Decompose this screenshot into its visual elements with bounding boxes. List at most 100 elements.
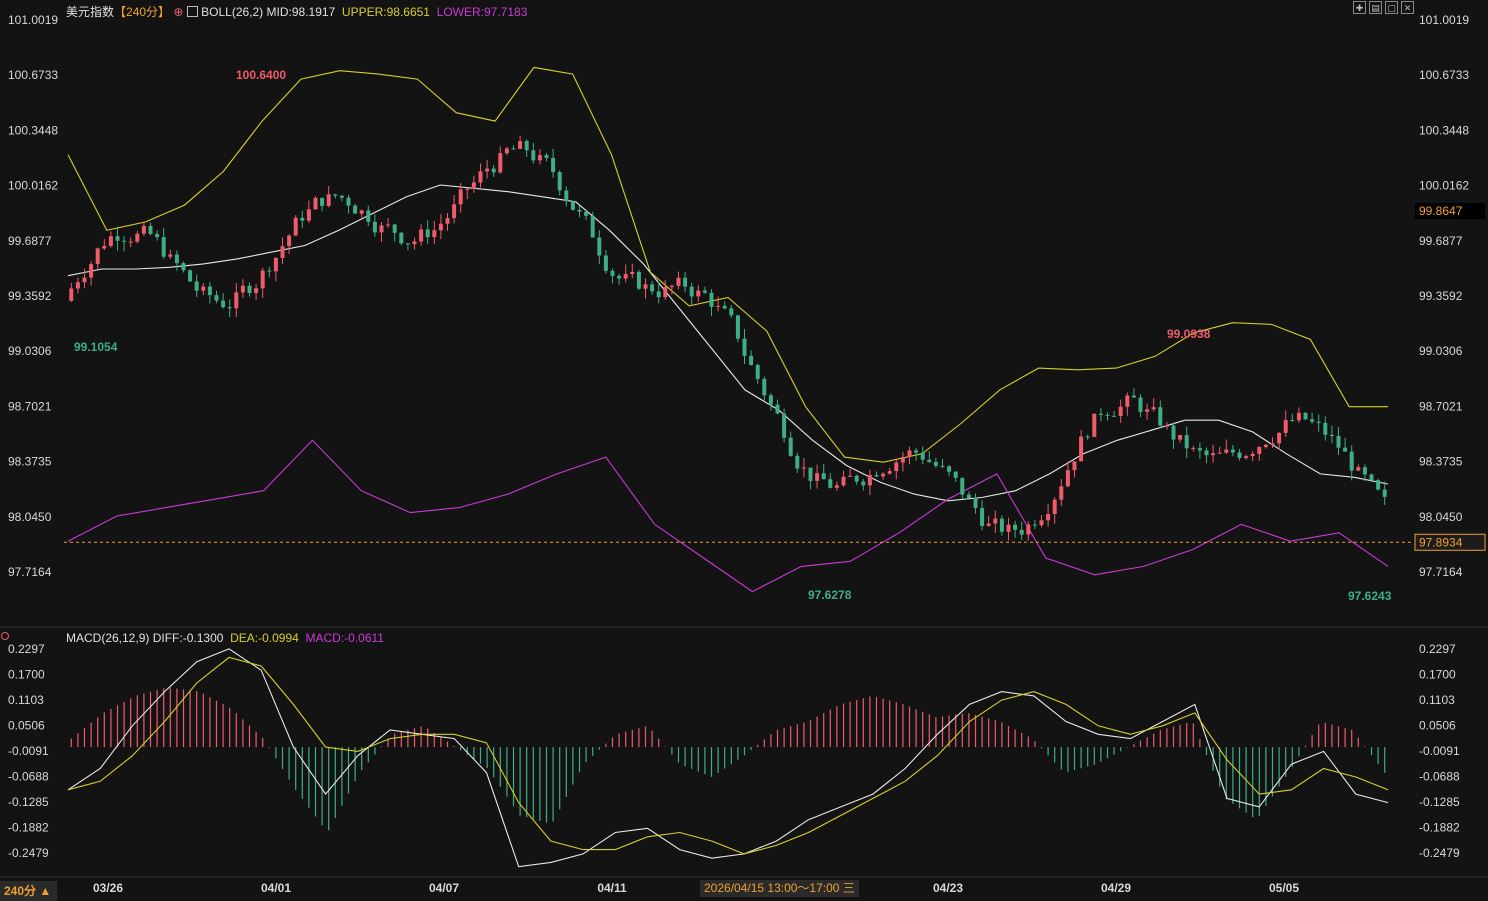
macd-tick-label-left: 0.2297 bbox=[8, 642, 45, 656]
candle-body bbox=[1098, 413, 1103, 415]
boll-upper-value: UPPER:98.6651 bbox=[341, 5, 430, 19]
candle-body bbox=[1270, 443, 1275, 445]
candle-body bbox=[1138, 397, 1143, 412]
candle-body bbox=[623, 274, 628, 279]
candle-body bbox=[201, 286, 206, 291]
macd-value: MACD:-0.0611 bbox=[305, 631, 384, 645]
candle-body bbox=[702, 290, 707, 293]
macd-diff-value: DIFF:-0.1300 bbox=[152, 631, 224, 645]
candle-body bbox=[861, 481, 866, 486]
macd-title[interactable]: MACD(26,12,9) bbox=[66, 631, 149, 645]
macd-panel-dot[interactable] bbox=[1, 632, 9, 640]
candle-body bbox=[1329, 434, 1334, 436]
candle-body bbox=[636, 271, 641, 289]
candle-body bbox=[716, 305, 721, 307]
expand-icon[interactable]: ✚ bbox=[1353, 1, 1366, 14]
candle-body bbox=[353, 205, 358, 214]
candle-body bbox=[828, 479, 833, 488]
settings-icon[interactable]: ⊕ bbox=[173, 5, 183, 19]
candle-body bbox=[722, 305, 727, 309]
candle-body bbox=[1263, 444, 1268, 448]
candle-body bbox=[128, 241, 133, 243]
candle-body bbox=[650, 284, 655, 292]
candle-body bbox=[445, 218, 450, 224]
candle-body bbox=[293, 217, 298, 236]
candle-body bbox=[590, 215, 595, 238]
price-tick-label-right: 100.0162 bbox=[1419, 179, 1469, 193]
window-icon[interactable]: ▤ bbox=[1369, 1, 1382, 14]
candle-body bbox=[966, 494, 971, 498]
candle-body bbox=[168, 254, 173, 257]
price-tick-label-right: 99.3592 bbox=[1419, 289, 1463, 303]
macd-tick-label-right: 0.0506 bbox=[1419, 719, 1456, 733]
candle-body bbox=[643, 284, 648, 289]
candle-body bbox=[1072, 461, 1077, 471]
marker-price-label: 99.8647 bbox=[1419, 204, 1463, 218]
price-tick-label-right: 100.6733 bbox=[1419, 68, 1469, 82]
price-tick-label-right: 101.0019 bbox=[1419, 13, 1469, 27]
candle-body bbox=[584, 211, 589, 216]
candle-body bbox=[1290, 420, 1295, 422]
price-tick-label-left: 100.3448 bbox=[8, 123, 58, 137]
candle-body bbox=[141, 225, 146, 234]
candle-body bbox=[1204, 450, 1209, 456]
candle-body bbox=[788, 437, 793, 456]
candle-body bbox=[1257, 447, 1262, 454]
candle-body bbox=[478, 171, 483, 183]
candle-body bbox=[1118, 406, 1123, 416]
candle-body bbox=[1323, 422, 1328, 435]
candle-body bbox=[973, 497, 978, 509]
candle-body bbox=[240, 285, 245, 293]
candle-body bbox=[1184, 435, 1189, 449]
boll-lower-value: LOWER:97.7183 bbox=[436, 5, 528, 19]
close-icon[interactable]: ✕ bbox=[1401, 1, 1414, 14]
candle-body bbox=[471, 182, 476, 189]
extreme-price-label: 99.1054 bbox=[74, 340, 118, 354]
macd-tick-label-right: -0.0091 bbox=[1419, 744, 1460, 758]
candle-body bbox=[887, 471, 892, 474]
x-tick-label: 05/05 bbox=[1269, 881, 1299, 895]
candle-body bbox=[300, 217, 305, 221]
macd-header: MACD(26,12,9) DIFF:-0.1300 DEA:-0.0994 M… bbox=[66, 631, 384, 645]
candle-body bbox=[438, 223, 443, 231]
macd-tick-label-right: 0.2297 bbox=[1419, 642, 1456, 656]
candle-body bbox=[1277, 432, 1282, 444]
candle-body bbox=[1356, 467, 1361, 471]
boll-mid-line bbox=[67, 184, 1389, 502]
candle-body bbox=[577, 209, 582, 212]
price-tick-label-right: 99.0306 bbox=[1419, 344, 1463, 358]
candle-body bbox=[1171, 425, 1176, 440]
candle-body bbox=[254, 288, 259, 294]
candle-body bbox=[339, 195, 344, 198]
candle-body bbox=[320, 197, 325, 206]
chart-canvas[interactable]: 101.0019 101.0019 100.6733 100.6733 100.3448… bbox=[0, 0, 1488, 901]
candle-body bbox=[287, 235, 292, 247]
price-tick-label-left: 100.0162 bbox=[8, 179, 58, 193]
candle-body bbox=[333, 194, 338, 196]
candle-body bbox=[683, 277, 688, 287]
price-tick-label-right: 98.7021 bbox=[1419, 399, 1463, 413]
candle-body bbox=[775, 404, 780, 414]
candle-body bbox=[656, 291, 661, 298]
candle-body bbox=[1296, 412, 1301, 421]
candle-body bbox=[386, 224, 391, 226]
macd-tick-label-right: 0.1700 bbox=[1419, 668, 1456, 682]
candle-body bbox=[1343, 447, 1348, 452]
candle-body bbox=[1230, 449, 1235, 453]
candle-body bbox=[108, 236, 113, 246]
chart-header: 美元指数【240分】 ⊕ BOLL(26,2) MID:98.1917 UPPE… bbox=[66, 3, 527, 20]
candle-body bbox=[729, 308, 734, 316]
restore-icon[interactable]: ▢ bbox=[1385, 1, 1398, 14]
candle-body bbox=[1125, 395, 1130, 407]
candle-body bbox=[174, 254, 179, 264]
candle-body bbox=[95, 248, 100, 265]
candle-body bbox=[491, 168, 496, 173]
period-button[interactable]: 240分 ▲ bbox=[0, 881, 57, 901]
candle-body bbox=[1019, 529, 1024, 535]
candle-body bbox=[1349, 451, 1354, 471]
boll-label[interactable]: BOLL(26,2) bbox=[201, 5, 263, 19]
candle-body bbox=[227, 307, 232, 309]
candle-body bbox=[947, 466, 952, 472]
period-label[interactable]: 【240分】 bbox=[114, 5, 170, 19]
candle-body bbox=[260, 270, 265, 289]
